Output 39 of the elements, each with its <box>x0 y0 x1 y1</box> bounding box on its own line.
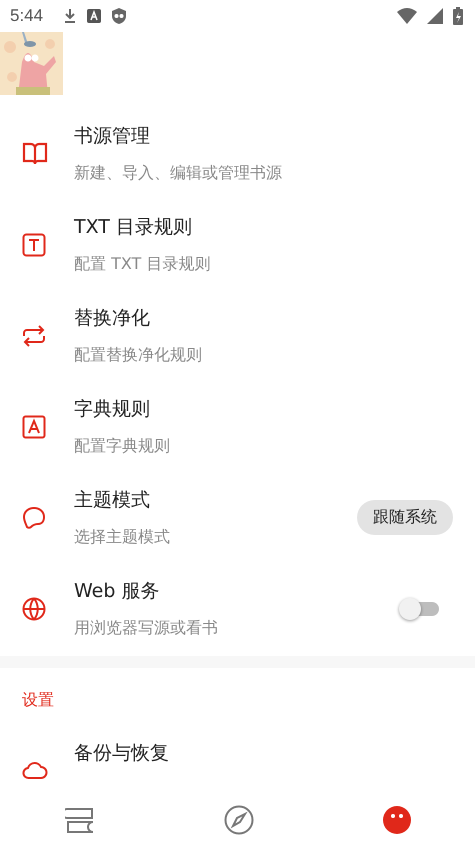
letter-box-icon <box>22 414 46 438</box>
item-title: 主题模式 <box>74 488 151 513</box>
download-icon <box>63 8 78 24</box>
section-heading: 设置 <box>21 689 55 711</box>
swap-arrows-icon <box>22 324 46 346</box>
item-title: 备份与恢复 <box>74 741 170 766</box>
item-subtitle: 配置替换净化规则 <box>74 345 203 366</box>
settings-item[interactable]: Web 服务 用浏览器写源或看书 <box>0 563 475 654</box>
bookshelf-icon <box>64 806 94 834</box>
item-title: 字典规则 <box>74 397 151 422</box>
item-title: TXT 目录规则 <box>74 215 193 240</box>
item-title: 书源管理 <box>74 124 151 149</box>
item-subtitle: 选择主题模式 <box>74 527 171 548</box>
shield-icon <box>111 7 128 25</box>
item-subtitle: 配置 TXT 目录规则 <box>74 254 212 275</box>
cloud-icon <box>22 760 48 780</box>
blob-icon <box>22 506 46 530</box>
book-icon <box>22 142 48 166</box>
settings-item[interactable]: 替换净化 配置替换净化规则 <box>0 290 475 381</box>
face-icon <box>382 806 410 834</box>
item-title: 替换净化 <box>74 306 151 331</box>
wifi-icon <box>397 8 417 24</box>
battery-icon <box>453 7 463 25</box>
settings-item[interactable]: TXT 目录规则 配置 TXT 目录规则 <box>0 199 475 290</box>
text-box-icon <box>22 232 46 256</box>
item-title: Web 服务 <box>74 579 160 604</box>
signal-icon <box>427 8 443 24</box>
notification-icon <box>87 9 102 23</box>
item-subtitle: 用浏览器写源或看书 <box>74 618 219 639</box>
settings-item[interactable]: 字典规则 配置字典规则 <box>0 381 475 472</box>
settings-item[interactable]: 书源管理 新建、导入、编辑或管理书源 <box>0 108 475 199</box>
settings-item[interactable]: 主题模式 选择主题模式 跟随系统 <box>0 472 475 563</box>
settings-item[interactable]: 备份与恢复 <box>0 730 475 800</box>
globe-icon <box>22 596 46 620</box>
theme-mode-chip[interactable]: 跟随系统 <box>357 500 453 535</box>
compass-icon <box>224 805 254 835</box>
item-subtitle: 配置字典规则 <box>74 436 171 457</box>
status-time: 5:44 <box>10 6 44 26</box>
item-subtitle: 新建、导入、编辑或管理书源 <box>74 163 283 184</box>
